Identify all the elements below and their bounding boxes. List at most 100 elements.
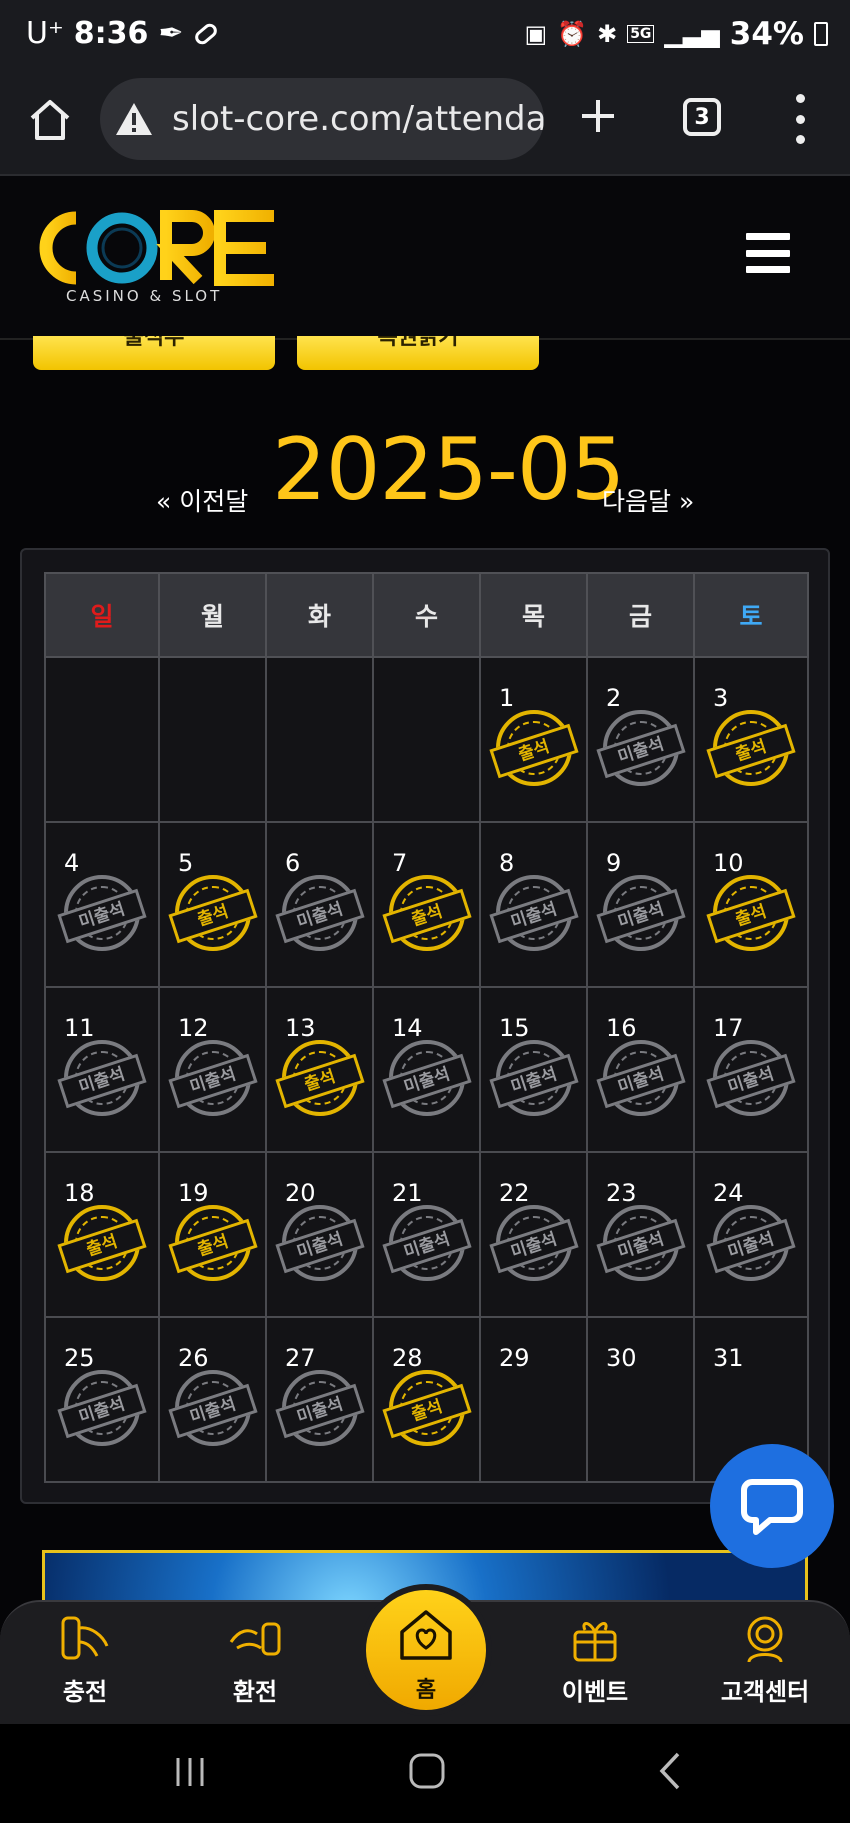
- absent-stamp-icon: 미출석: [274, 1204, 365, 1281]
- calendar-day-cell[interactable]: 25 미출석: [44, 1316, 160, 1483]
- absent-stamp-icon: 미출석: [595, 1204, 686, 1281]
- calendar-day-cell[interactable]: 23 미출석: [586, 1151, 695, 1318]
- day-number: 5: [178, 849, 194, 877]
- absent-stamp-icon: 미출석: [706, 1204, 796, 1281]
- stamp-label: 미출석: [706, 1053, 796, 1108]
- calendar-day-cell[interactable]: 11 미출석: [44, 986, 160, 1153]
- stamp-label: 출석: [167, 888, 258, 943]
- day-number: 14: [392, 1014, 423, 1042]
- nav-home-button[interactable]: 홈: [360, 1584, 492, 1716]
- calendar-day-cell[interactable]: 5 출석: [158, 821, 267, 988]
- stamp-label: 미출석: [274, 1218, 365, 1273]
- day-number: 15: [499, 1014, 530, 1042]
- weekday-header: 토: [693, 572, 809, 658]
- calendar-day-cell[interactable]: 8 미출석: [479, 821, 588, 988]
- calendar-day-cell[interactable]: 10 출석: [693, 821, 809, 988]
- more-menu-icon[interactable]: [790, 94, 810, 144]
- logo-subtitle: CASINO & SLOT: [66, 287, 222, 304]
- day-number: 29: [499, 1344, 530, 1372]
- day-number: 23: [606, 1179, 637, 1207]
- calendar-empty-cell: [265, 656, 374, 823]
- current-month: 2025-05: [272, 420, 625, 520]
- nav-support[interactable]: 고객센터: [705, 1612, 825, 1707]
- prev-month-link[interactable]: « 이전달: [156, 482, 248, 518]
- calendar-day-cell[interactable]: 17 미출석: [693, 986, 809, 1153]
- core-logo[interactable]: CASINO & SLOT: [30, 204, 280, 304]
- next-month-link[interactable]: 다음달 »: [602, 482, 694, 518]
- calendar-day-cell[interactable]: 14 미출석: [372, 986, 481, 1153]
- absent-stamp-icon: 미출석: [167, 1369, 258, 1446]
- nav-event[interactable]: 이벤트: [535, 1612, 655, 1707]
- calendar-day-cell[interactable]: 15 미출석: [479, 986, 588, 1153]
- absent-stamp-icon: 미출석: [57, 1039, 147, 1116]
- stamp-label: 미출석: [488, 1053, 579, 1108]
- chat-button[interactable]: [710, 1444, 834, 1568]
- support-icon: [747, 1616, 783, 1663]
- stamp-label: 미출석: [274, 1383, 365, 1438]
- calendar-day-cell[interactable]: 20 미출석: [265, 1151, 374, 1318]
- calendar-day-cell[interactable]: 2 미출석: [586, 656, 695, 823]
- calendar-day-cell[interactable]: 22 미출석: [479, 1151, 588, 1318]
- home-nav-icon[interactable]: [406, 1750, 448, 1792]
- stamp-label: 미출석: [488, 888, 579, 943]
- address-bar[interactable]: slot-core.com/attendar: [100, 78, 544, 160]
- day-number: 22: [499, 1179, 530, 1207]
- calendar-day-cell[interactable]: 21 미출석: [372, 1151, 481, 1318]
- calendar-day-cell[interactable]: 7 출석: [372, 821, 481, 988]
- tab-switcher-button[interactable]: 3: [683, 98, 721, 136]
- calendar-day-cell[interactable]: 26 미출석: [158, 1316, 267, 1483]
- site-header: CASINO & SLOT: [0, 176, 850, 340]
- absent-stamp-icon: 미출석: [381, 1039, 472, 1116]
- calendar-day-cell[interactable]: 30: [586, 1316, 695, 1483]
- attended-stamp-icon: 출석: [488, 709, 579, 786]
- calendar-day-cell[interactable]: 9 미출석: [586, 821, 695, 988]
- home-icon[interactable]: [26, 96, 74, 144]
- calendar-day-cell[interactable]: 4 미출석: [44, 821, 160, 988]
- stamp-label: 미출석: [706, 1218, 796, 1273]
- absent-stamp-icon: 미출석: [57, 1369, 147, 1446]
- hamburger-menu-icon[interactable]: [746, 233, 790, 273]
- calendar-day-cell[interactable]: 13 출석: [265, 986, 374, 1153]
- day-number: 9: [606, 849, 622, 877]
- stamp-label: 미출석: [595, 1053, 686, 1108]
- new-tab-icon[interactable]: [574, 92, 622, 140]
- lottery-button[interactable]: 복권긁기: [297, 336, 539, 370]
- calendar-day-cell[interactable]: 27 미출석: [265, 1316, 374, 1483]
- stamp-label: 출석: [706, 888, 796, 943]
- warning-icon[interactable]: [114, 101, 154, 137]
- status-bar: U⁺ 8:36 ✒ ▣ ⏰ ✱ 5G ▁▃▅ 34%: [0, 0, 850, 72]
- absent-stamp-icon: 미출석: [488, 1204, 579, 1281]
- calendar-day-cell[interactable]: 18 출석: [44, 1151, 160, 1318]
- calendar-day-cell[interactable]: 16 미출석: [586, 986, 695, 1153]
- calendar-table: 일 월 화 수 목 금 토 1 출석 2 미출석 3 출석 4 미출석 5 출석 6 미출석 7 출석 8 미…: [44, 572, 809, 1483]
- calendar-day-cell[interactable]: 1 출석: [479, 656, 588, 823]
- calendar-day-cell[interactable]: 3 출석: [693, 656, 809, 823]
- calendar-day-cell[interactable]: 19 출석: [158, 1151, 267, 1318]
- day-number: 18: [64, 1179, 95, 1207]
- gift-icon: [573, 1622, 617, 1662]
- day-number: 10: [713, 849, 744, 877]
- day-number: 30: [606, 1344, 637, 1372]
- back-icon[interactable]: [650, 1750, 690, 1792]
- carrier-label: U⁺: [26, 16, 64, 51]
- calendar-day-cell[interactable]: 28 출석: [372, 1316, 481, 1483]
- absent-stamp-icon: 미출석: [167, 1039, 258, 1116]
- url-text[interactable]: slot-core.com/attendar: [172, 99, 544, 139]
- calendar-day-cell[interactable]: 24 미출석: [693, 1151, 809, 1318]
- calendar-day-cell[interactable]: 6 미출석: [265, 821, 374, 988]
- day-number: 25: [64, 1344, 95, 1372]
- calendar-day-cell[interactable]: 12 미출석: [158, 986, 267, 1153]
- nav-event-label: 이벤트: [561, 1678, 629, 1706]
- attended-stamp-icon: 출석: [381, 1369, 472, 1446]
- absent-stamp-icon: 미출석: [381, 1204, 472, 1281]
- nav-withdraw[interactable]: 환전: [195, 1612, 315, 1707]
- nav-deposit[interactable]: 충전: [25, 1612, 145, 1707]
- absent-stamp-icon: 미출석: [595, 1039, 686, 1116]
- recents-icon[interactable]: [170, 1752, 210, 1792]
- stamp-label: 출석: [274, 1053, 365, 1108]
- absent-stamp-icon: 미출석: [274, 1369, 365, 1446]
- attendance-button[interactable]: 출석부: [33, 336, 275, 370]
- stamp-label: 출석: [381, 1383, 472, 1438]
- browser-toolbar: slot-core.com/attendar 3: [0, 72, 850, 176]
- calendar-day-cell[interactable]: 29: [479, 1316, 588, 1483]
